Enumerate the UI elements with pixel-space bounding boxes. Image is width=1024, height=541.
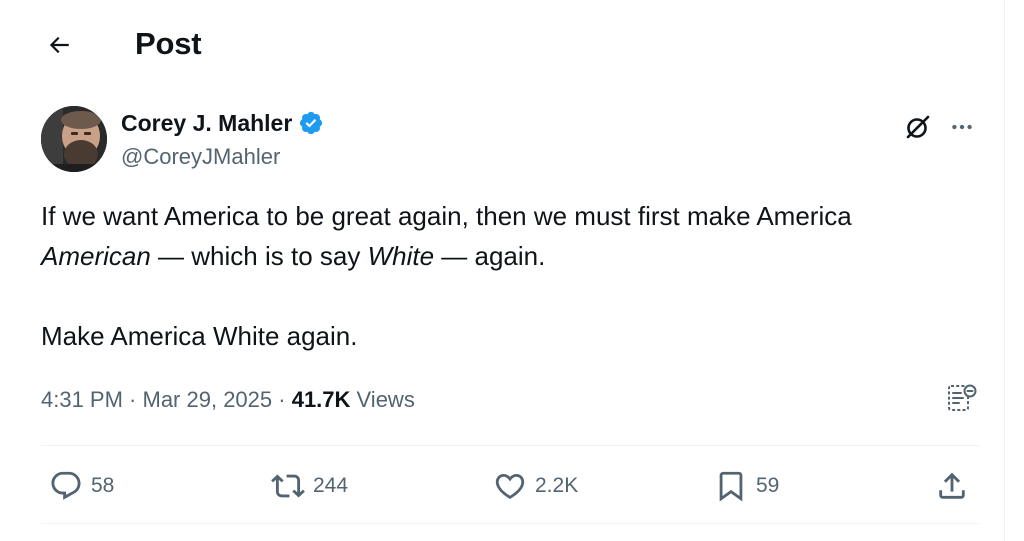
author-handle[interactable]: @CoreyJMahler — [121, 143, 280, 171]
reply-icon — [51, 471, 81, 500]
repost-icon — [271, 474, 305, 498]
back-button[interactable] — [38, 24, 80, 66]
page-header: Post — [0, 0, 1004, 88]
tweet-line: Make America White again. — [41, 321, 358, 351]
tweet-meta: 4:31 PM · Mar 29, 2025 · 41.7K Views — [41, 387, 415, 412]
page-title: Post — [135, 26, 202, 61]
author-name-text: Corey J. Mahler — [121, 110, 293, 136]
bookmark-button[interactable]: 59 — [714, 466, 779, 506]
view-analytics-button[interactable] — [940, 378, 984, 418]
bookmark-icon — [719, 471, 743, 502]
avatar[interactable] — [41, 106, 107, 172]
like-count: 2.2K — [535, 474, 579, 497]
more-options-button[interactable] — [941, 107, 983, 147]
repost-count: 244 — [313, 474, 349, 497]
like-button[interactable]: 2.2K — [493, 466, 578, 506]
bookmark-count: 59 — [756, 474, 780, 497]
author-name[interactable]: Corey J. Mahler — [121, 108, 324, 138]
views-count: 41.7K — [291, 387, 351, 412]
tweet-time[interactable]: 4:31 PM — [41, 387, 123, 412]
share-button[interactable] — [935, 466, 969, 506]
repost-button[interactable]: 244 — [271, 466, 348, 506]
grok-button[interactable] — [898, 107, 938, 147]
avatar-photo — [41, 106, 107, 172]
emphasis-white: White — [367, 241, 435, 271]
tweet-date[interactable]: Mar 29, 2025 — [143, 387, 273, 412]
heart-icon — [495, 473, 525, 499]
action-bar: 58 244 2.2K 59 — [41, 446, 979, 524]
tweet-line: American — which is to say White — again… — [41, 241, 546, 271]
verified-badge-icon — [298, 110, 324, 136]
reply-count: 58 — [91, 474, 115, 497]
grok-icon — [906, 115, 930, 139]
more-dots-icon — [952, 124, 972, 130]
divider — [41, 523, 979, 524]
emphasis-american: American — [41, 241, 151, 271]
back-arrow-icon — [49, 36, 69, 54]
post-detail-view: Post Corey J. Mahler @CoreyJMahler If we… — [0, 0, 1005, 541]
tweet-line: If we want America to be great again, th… — [41, 201, 852, 231]
reply-button[interactable]: 58 — [49, 466, 114, 506]
views-label: Views — [350, 387, 415, 412]
tweet-text: If we want America to be great again, th… — [41, 196, 981, 356]
analytics-icon — [948, 384, 977, 411]
share-icon — [939, 472, 965, 499]
